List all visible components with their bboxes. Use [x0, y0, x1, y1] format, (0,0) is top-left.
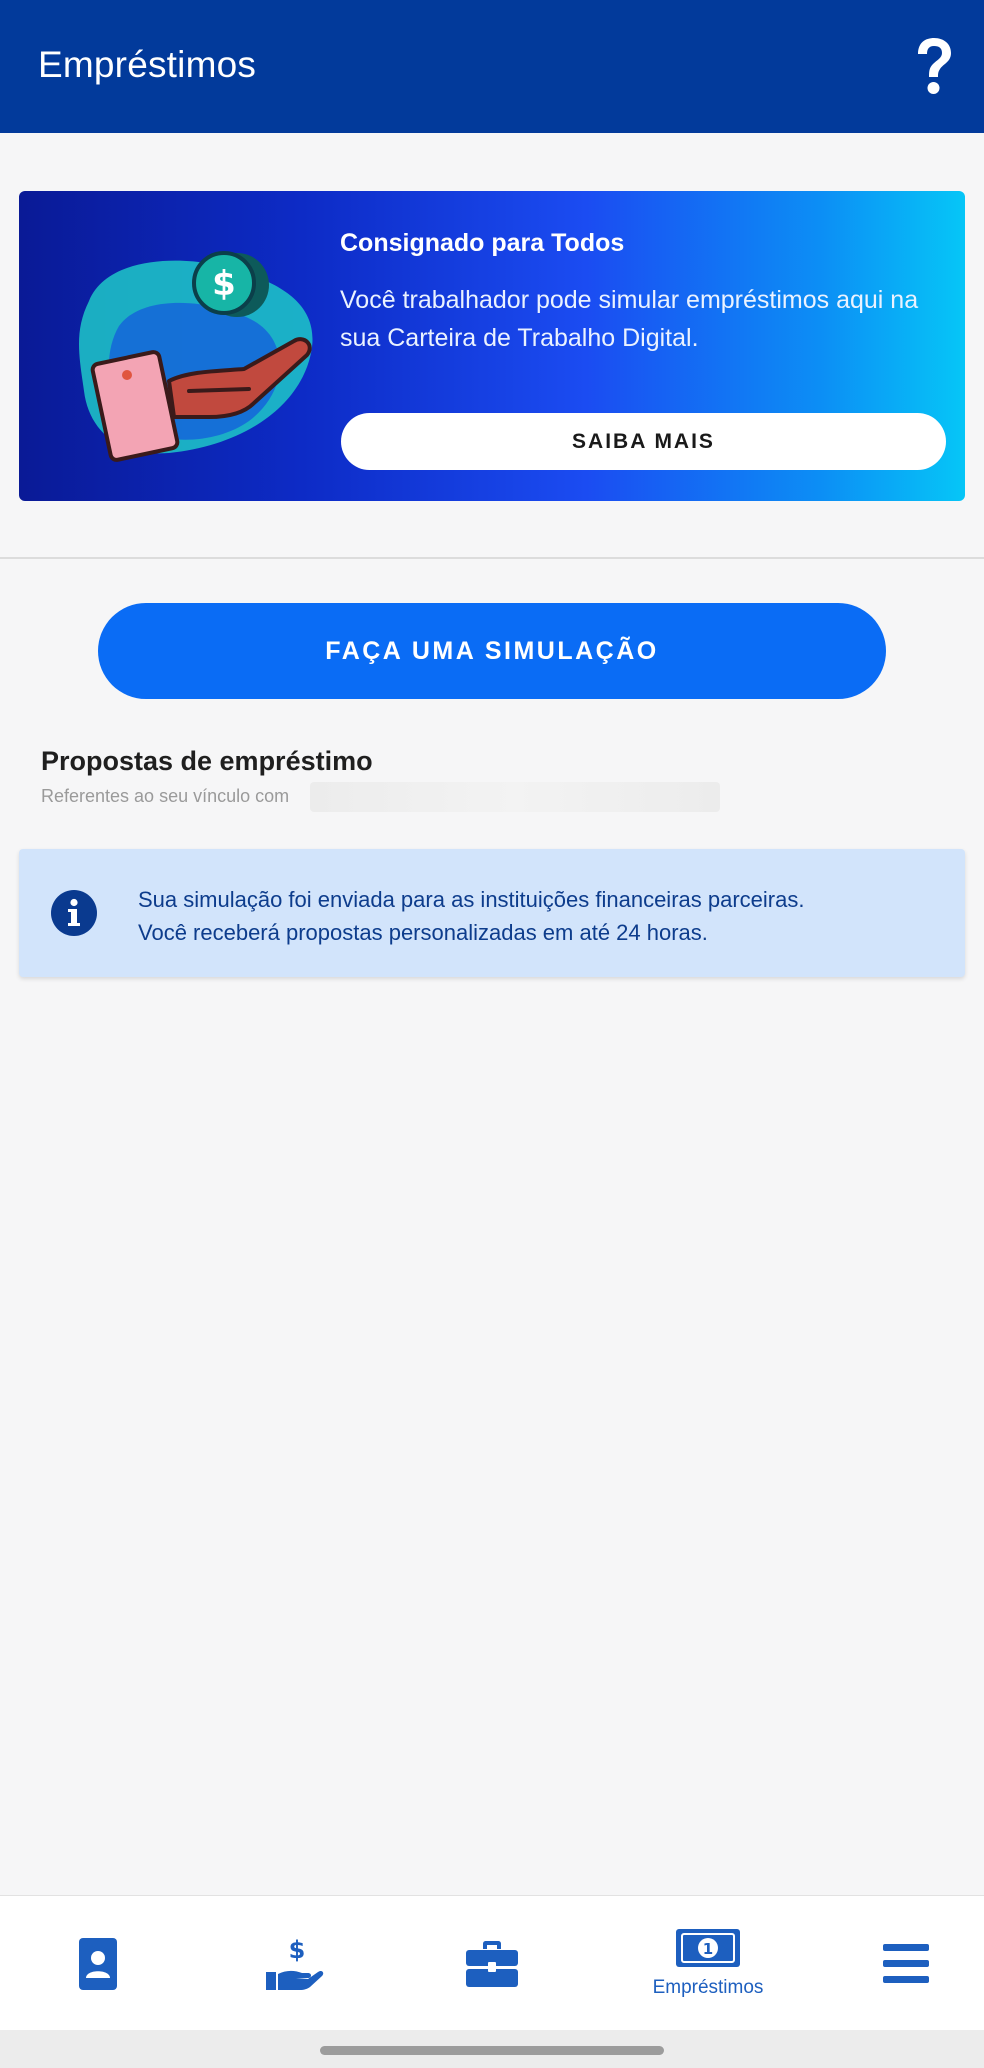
app-header: Empréstimos — [0, 0, 984, 133]
nav-item-menu[interactable] — [856, 1896, 956, 2031]
id-card-icon — [79, 1937, 117, 1990]
info-text: Sua simulação foi enviada para as instit… — [138, 883, 938, 949]
home-indicator[interactable] — [320, 2046, 664, 2055]
banknote-icon: 1 — [676, 1928, 740, 1967]
hand-coin-phone-illustration: $ — [79, 251, 313, 462]
saiba-mais-button[interactable]: SAIBA MAIS — [341, 413, 946, 470]
proposals-subtitle: Referentes ao seu vínculo com — [41, 786, 290, 806]
proposals-title: Propostas de empréstimo — [41, 746, 373, 776]
banner-description: Você trabalhador pode simular empréstimo… — [340, 286, 919, 352]
info-icon — [51, 890, 97, 936]
consignado-banner: $ Consignado para Todos Você trabalhador… — [19, 191, 965, 501]
svg-text:$: $ — [289, 1936, 306, 1964]
divider — [0, 557, 984, 559]
banner-title: Consignado para Todos — [340, 229, 625, 257]
svg-text:1: 1 — [703, 1940, 713, 1958]
info-line-2: Você receberá propostas personalizadas e… — [138, 920, 708, 945]
menu-icon — [883, 1943, 929, 1983]
simulate-button[interactable]: FAÇA UMA SIMULAÇÃO — [98, 603, 886, 699]
system-home-bar — [0, 2030, 984, 2068]
redacted-employer — [310, 782, 720, 812]
nav-item-carteira[interactable] — [48, 1896, 148, 2031]
info-line-1: Sua simulação foi enviada para as instit… — [138, 887, 805, 912]
page-title: Empréstimos — [38, 44, 257, 85]
info-message: Sua simulação foi enviada para as instit… — [19, 849, 965, 977]
briefcase-icon — [466, 1940, 518, 1987]
nav-item-emprestimos[interactable]: 1 Empréstimos — [638, 1896, 778, 2031]
question-mark-icon[interactable] — [912, 36, 956, 96]
svg-text:$: $ — [212, 264, 236, 304]
bottom-navigation: $ 1 Empréstimos — [0, 1895, 984, 2030]
nav-label-emprestimos: Empréstimos — [652, 1976, 764, 1998]
nav-item-beneficios[interactable]: $ — [244, 1896, 344, 2031]
hand-money-icon: $ — [266, 1936, 324, 1990]
nav-item-trabalho[interactable] — [442, 1896, 542, 2031]
